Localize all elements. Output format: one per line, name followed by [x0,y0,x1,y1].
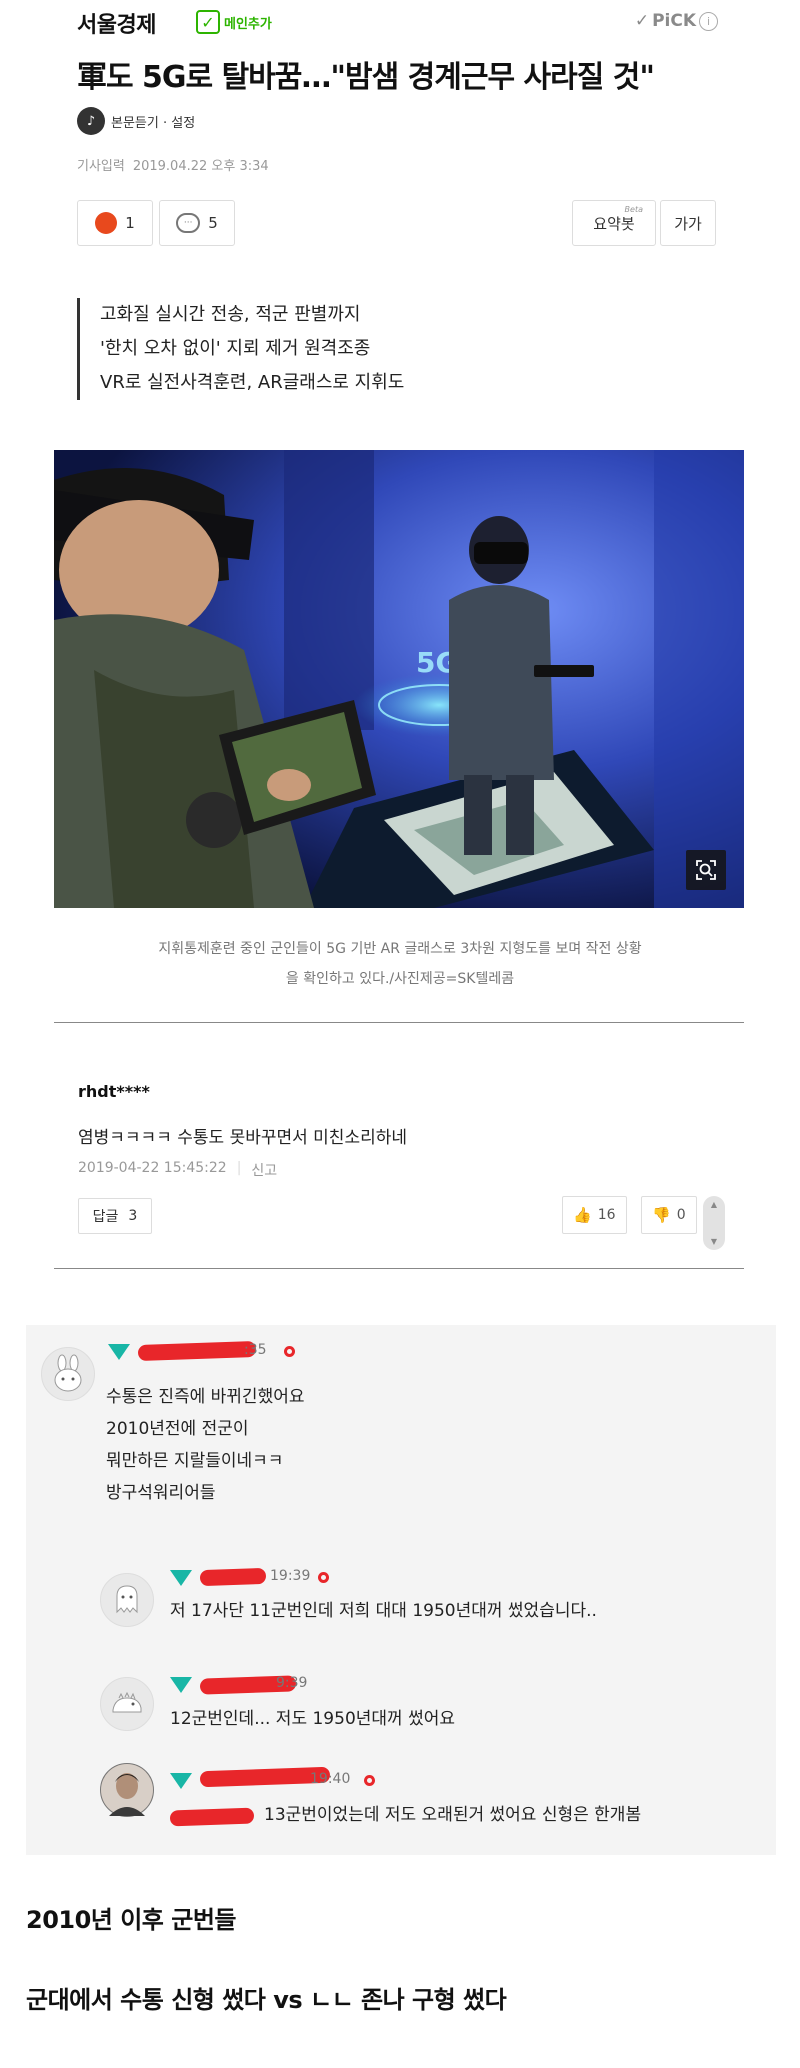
listen-settings[interactable]: ♪ 본문듣기 · 설정 [77,107,195,135]
avatar[interactable] [100,1763,154,1817]
checkmark-icon: ✓ [634,11,650,31]
angry-face-icon [95,212,118,234]
magnifier-icon [696,860,716,880]
summary-line: '한치 오차 없이' 지뢰 제거 원격조종 [100,338,371,359]
reply-button[interactable]: 답글 3 [78,1198,152,1234]
caption-line: 을 확인하고 있다./사진제공=SK텔레콤 [285,971,515,987]
date-label: 기사입력 [77,159,125,174]
comment-time: :35 [244,1342,267,1358]
pick-badge[interactable]: ✓ PiCK i [635,11,718,31]
divider [54,1268,744,1269]
press-logo[interactable]: 서울경제 [77,7,156,39]
dislike-count: 0 [676,1207,686,1223]
comment-count: 5 [208,214,218,232]
summary-line: VR로 실전사격훈련, AR글래스로 지휘도 [100,372,405,393]
reply-text: 저 17사단 11군번인데 저희 대대 1950년대꺼 썼었습니다.. [170,1601,597,1621]
report-link[interactable]: 신고 [251,1160,277,1180]
gem-icon [170,1677,192,1693]
reply-text: 12군번인데... 저도 1950년대꺼 썼어요 [170,1709,455,1729]
avatar[interactable] [100,1677,154,1731]
reply-time: 19:40 [310,1771,351,1787]
main-add-label: 메인추가 [224,16,272,32]
zoom-button[interactable] [686,850,726,890]
headphones-icon: ♪ [77,107,105,135]
comment-meta: 2019-04-22 15:45:22 | 신고 [78,1160,277,1180]
comment-button[interactable]: ··· 5 [159,200,235,246]
comment-thread-card: :35 수통은 진즉에 바뀌긴했어요 2010년전에 전군이 뭐만하믄 지랄들이… [26,1325,776,1855]
redacted-username [199,1567,267,1587]
comment-line: 뭐만하믄 지랄들이네ㅋㅋ [106,1451,284,1471]
post-caption-line: 군대에서 수통 신형 썼다 vs ㄴㄴ 존나 구형 썼다 [26,1986,507,2014]
top-header: 서울경제 ✓ 메인추가 ✓ PiCK i [0,0,800,45]
date-value: 2019.04.22 오후 3:34 [132,159,269,174]
article-photo: 5G [54,450,744,908]
reply-count: 3 [128,1208,138,1224]
caption-line: 지휘통제훈련 중인 군인들이 5G 기반 AR 글래스로 3차원 지형도를 보며… [158,941,642,957]
gem-icon [170,1773,192,1789]
pick-label: PiCK [652,11,696,31]
comment-username: rhdt**** [78,1082,150,1101]
like-count: 16 [597,1207,616,1223]
separator: | [236,1160,242,1176]
article-summary: 고화질 실시간 전송, 적군 판별까지 '한치 오차 없이' 지뢰 제거 원격조… [77,298,404,400]
comment-body: 수통은 진즉에 바뀌긴했어요 2010년전에 전군이 뭐만하믄 지랄들이네ㅋㅋ … [106,1381,305,1509]
comment-line: 방구석워리어들 [106,1483,216,1503]
summary-line: 고화질 실시간 전송, 적군 판별까지 [100,304,361,325]
font-size-label: 가가 [674,214,702,233]
comment-line: 2010년전에 전군이 [106,1419,249,1439]
info-icon[interactable]: i [699,11,718,31]
chevron-down-icon: ▼ [710,1237,718,1246]
redacted-username [137,1340,257,1362]
reply-time: 9:39 [276,1675,308,1691]
reply-time: 19:39 [270,1568,311,1584]
profile-photo-icon [101,1764,153,1816]
summary-bot-button[interactable]: Beta 요약봇 [572,200,656,246]
badge-dot-icon [284,1346,295,1357]
reaction-button[interactable]: 1 [77,200,153,246]
ghost-icon [116,1585,138,1614]
avatar[interactable] [41,1347,95,1401]
listen-label: 본문듣기 · 설정 [111,115,196,131]
rabbit-icon [54,1354,82,1392]
article-date: 기사입력 2019.04.22 오후 3:34 [77,155,269,174]
reaction-count: 1 [125,214,135,232]
gem-icon [170,1570,192,1586]
badge-dot-icon [364,1775,375,1786]
photo-caption: 지휘통제훈련 중인 군인들이 5G 기반 AR 글래스로 3차원 지형도를 보며… [60,934,740,994]
thumbs-down-icon: 👎 [652,1206,671,1224]
scroll-handle[interactable]: ▲ ▼ [703,1196,725,1250]
speech-bubble-icon: ··· [176,213,201,233]
redacted-mention [169,1807,255,1827]
thumbs-up-icon: 👍 [573,1206,592,1224]
comment-line: 수통은 진즉에 바뀌긴했어요 [106,1387,305,1407]
dislike-button[interactable]: 👎 0 [641,1196,697,1234]
badge-dot-icon [318,1572,329,1583]
summary-bot-label: 요약봇 [593,214,635,233]
chevron-up-icon: ▲ [710,1200,718,1209]
main-add-button[interactable]: ✓ 메인추가 [196,9,272,35]
like-button[interactable]: 👍 16 [562,1196,627,1234]
comment-text: 염병ㅋㅋㅋㅋ 수통도 못바꾸면서 미친소리하네 [78,1128,408,1148]
comment-date: 2019-04-22 15:45:22 [78,1160,227,1176]
reply-text: 13군번이었는데 저도 오래된거 썼어요 신형은 한개봄 [264,1805,642,1825]
check-icon: ✓ [196,10,220,34]
beta-tag: Beta [624,205,643,214]
font-size-button[interactable]: 가가 [660,200,716,246]
dinosaur-icon [112,1691,142,1713]
gem-icon [108,1344,130,1360]
divider [54,1022,744,1023]
reply-label: 답글 [92,1209,119,1225]
avatar[interactable] [100,1573,154,1627]
soldiers-ar-photo: 5G [54,450,744,908]
article-title: 軍도 5G로 탈바꿈…"밤샘 경계근무 사라질 것" [77,60,655,95]
post-caption-line: 2010년 이후 군번들 [26,1906,237,1934]
